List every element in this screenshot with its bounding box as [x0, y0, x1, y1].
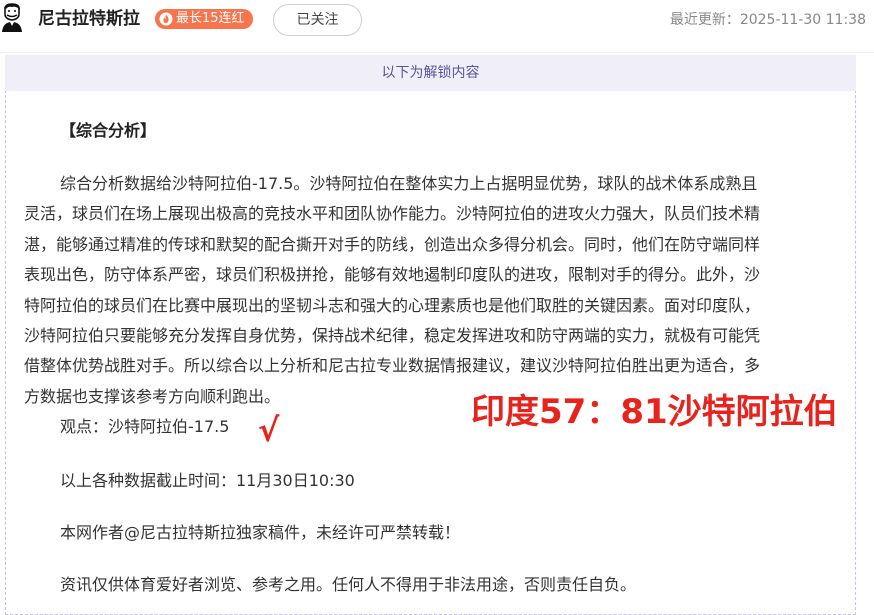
streak-badge: 最长15连红: [155, 9, 253, 29]
last-update-time: 最近更新：2025-11-30 11:38: [669, 12, 866, 28]
disclaimer-text: 资讯仅供体育爱好者浏览、参考之用。任何人不得用于非法用途，否则责任自负。: [60, 575, 637, 594]
streak-badge-label: 最长15连红: [176, 11, 245, 26]
analysis-line: 特阿拉伯的球员们在比赛中展现出的坚韧斗志和强大的心理素质也是他们取胜的关键因素。…: [24, 295, 761, 315]
unlock-banner: 以下为解锁内容: [5, 55, 856, 91]
analysis-line: 沙特阿拉伯只要能够充分发挥自身优势，保持战术纪律，稳定发挥进攻和防守两端的实力，…: [24, 326, 761, 346]
final-score-overlay: 印度57：81沙特阿拉伯: [471, 392, 838, 432]
check-mark: √: [258, 411, 280, 449]
opinion-text: 观点：沙特阿拉伯-17.5: [60, 417, 230, 436]
analysis-paragraph: 综合分析数据给沙特阿拉伯-17.5。沙特阿拉伯在整体实力上占据明显优势，球队的战…: [24, 169, 836, 412]
flame-icon: [159, 12, 173, 26]
copyright-notice: 本网作者@尼古拉特斯拉独家稿件，未经许可严禁转载！: [60, 523, 461, 542]
section-title: 【综合分析】: [60, 121, 157, 140]
header-divider: [0, 52, 874, 53]
analysis-line: 灵活，球员们在场上展现出极高的竞技水平和团队协作能力。沙特阿拉伯的进攻火力强大，…: [24, 204, 761, 224]
follow-button[interactable]: 已关注: [273, 4, 362, 36]
data-cutoff-time: 以上各种数据截止时间：11月30日10:30: [60, 471, 355, 490]
author-header: 尼古拉特斯拉 最长15连红 已关注 最近更新：2025-11-30 11:38: [0, 0, 874, 40]
analysis-line: 综合分析数据给沙特阿拉伯-17.5。沙特阿拉伯在整体实力上占据明显优势，球队的战…: [60, 174, 758, 193]
author-name[interactable]: 尼古拉特斯拉: [38, 8, 140, 30]
analysis-line: 借整体优势战胜对手。所以综合以上分析和尼古拉专业数据情报建议，建议沙特阿拉伯胜出…: [24, 356, 761, 376]
author-avatar[interactable]: [1, 3, 23, 33]
analysis-line: 湛，能够通过精准的传球和默契的配合撕开对手的防线，创造出众多得分机会。同时，他们…: [24, 234, 761, 254]
analysis-line: 表现出色，防守体系严密，球员们积极拼抢，能够有效地遏制印度队的进攻，限制对手的得…: [24, 265, 761, 285]
